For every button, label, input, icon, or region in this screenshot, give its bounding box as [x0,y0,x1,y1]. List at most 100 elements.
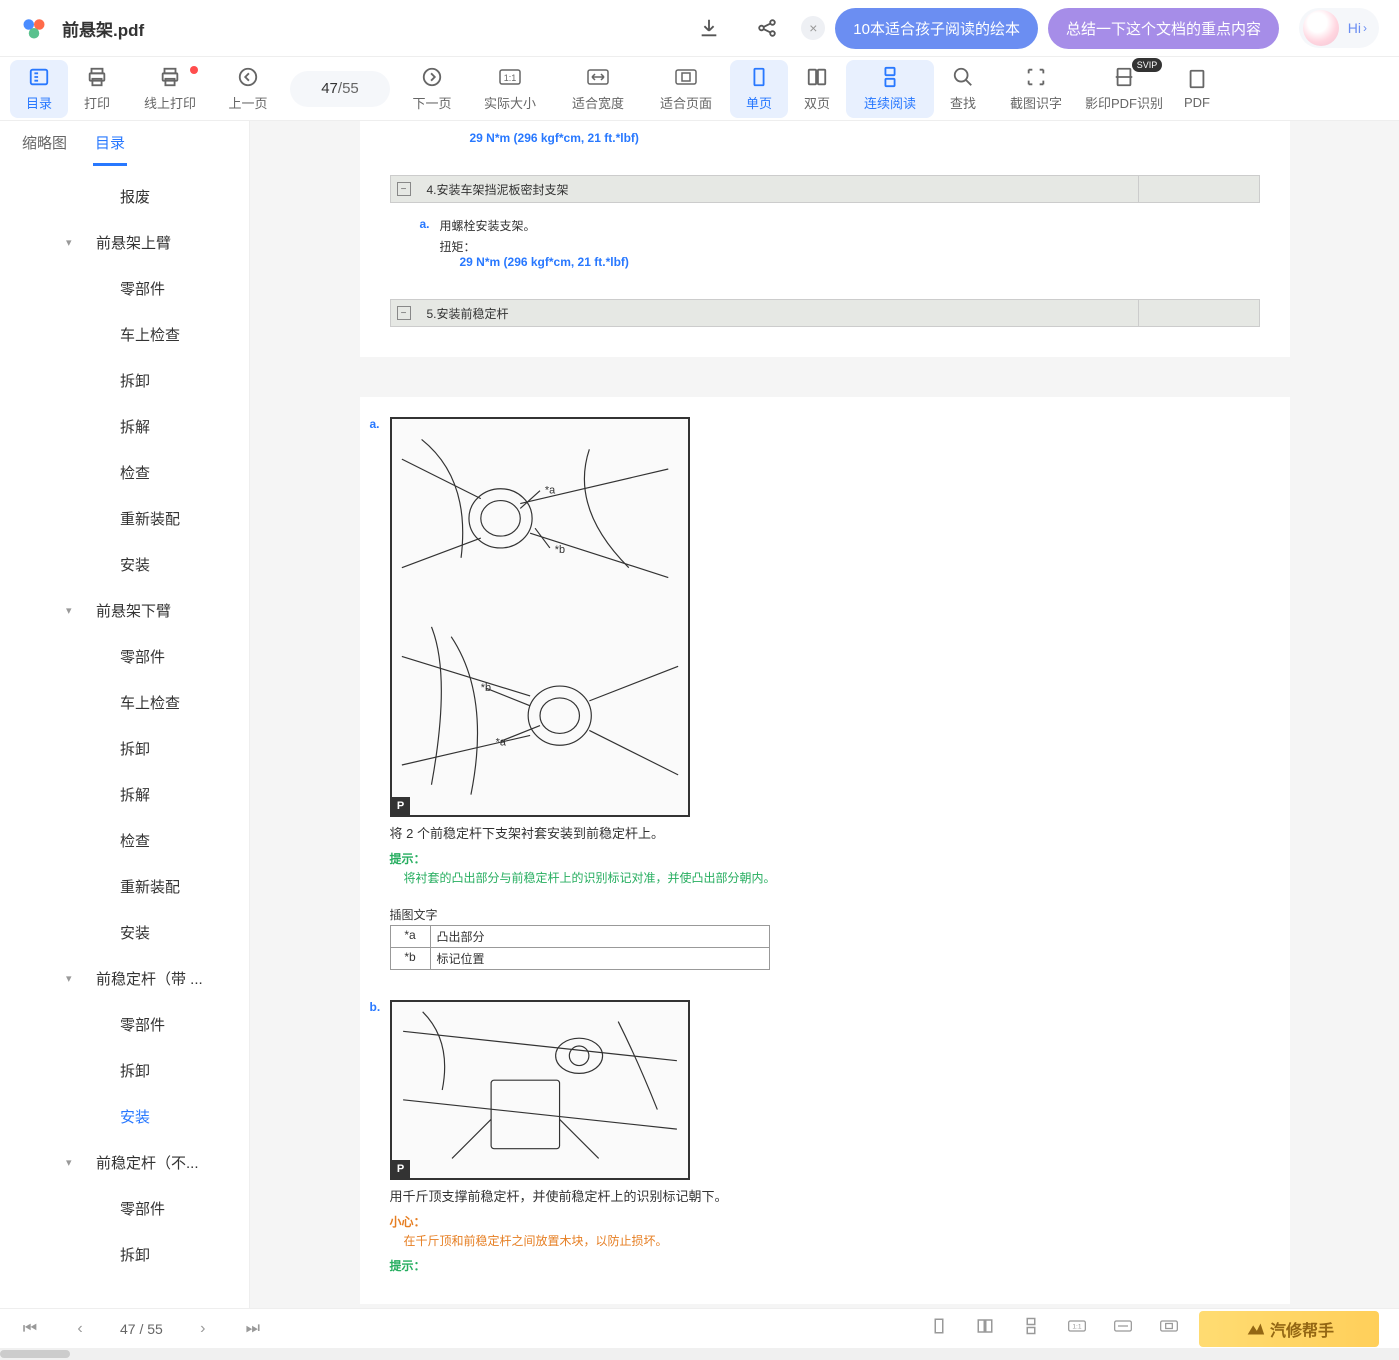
app-logo [20,14,48,42]
outline-item[interactable]: 安装 [0,1093,249,1139]
pdf-page: a. *a*b*b*a P 将 2 个前稳定杆下支架衬套安装到前稳定杆上。 提示… [360,397,1290,1304]
svip-badge: SVIP [1132,58,1162,72]
footer: ⏮ ‹ 47 / 55 › ⏭ 1:1 汽修帮手 [0,1308,1399,1348]
double-page-icon [805,65,829,89]
toolbar-continuous[interactable]: 连续阅读 [846,60,934,118]
fit-page-icon [674,65,698,89]
zoom-11-icon[interactable]: 1:1 [1067,1319,1087,1338]
svg-text:*b: *b [554,544,564,556]
toolbar-actual-size[interactable]: 1:1 实际大小 [466,60,554,118]
toolbar-fit-width[interactable]: 适合宽度 [554,60,642,118]
view-single-icon[interactable] [929,1317,949,1340]
toolbar-toc[interactable]: 目录 [10,60,68,118]
outline-item[interactable]: 安装 [0,909,249,955]
illustration: *a*b*b*a P [390,417,690,817]
suggestion-chip-1[interactable]: 10本适合孩子阅读的绘本 [835,8,1038,49]
tab-thumbnails[interactable]: 缩略图 [20,122,69,166]
tab-outline[interactable]: 目录 [93,122,127,166]
watermark-badge: 汽修帮手 [1199,1311,1379,1347]
outline-item[interactable]: 拆卸 [0,725,249,771]
pdf-page: 29 N*m (296 kgf*cm, 21 ft.*lbf) − 4.安装车架… [360,121,1290,357]
close-suggestions-button[interactable]: × [801,16,825,40]
outline-item[interactable]: 拆解 [0,771,249,817]
toolbar-next-page[interactable]: 下一页 [398,60,466,118]
fit-width-icon[interactable] [1113,1319,1133,1338]
toolbar-ocr[interactable]: 截图识字 [992,60,1080,118]
outline-item[interactable]: 拆卸 [0,357,249,403]
svg-text:1:1: 1:1 [1072,1324,1082,1331]
outline-item[interactable]: 安装 [0,541,249,587]
outline-item[interactable]: 报废 [0,173,249,219]
first-page-icon[interactable]: ⏮ [20,1320,40,1338]
download-icon[interactable] [695,14,723,42]
outline-item[interactable]: 重新装配 [0,863,249,909]
step-5-header[interactable]: − 5.安装前稳定杆 [390,299,1260,327]
outline-item[interactable]: 零部件 [0,1185,249,1231]
toolbar-pdf[interactable]: PDF [1168,60,1226,118]
outline-item[interactable]: 检查 [0,449,249,495]
prev-page-icon[interactable]: ‹ [70,1320,90,1338]
chevron-down-icon: ▾ [66,236,72,249]
suggestion-chip-2[interactable]: 总结一下这个文档的重点内容 [1048,8,1279,49]
outline-item[interactable]: 零部件 [0,633,249,679]
page-indicator[interactable]: 47 / 55 [290,71,390,107]
document-title: 前悬架.pdf [62,16,144,41]
pdf-icon [1185,67,1209,91]
view-continuous-icon[interactable] [1021,1317,1041,1340]
outline-item-label: 前稳定杆（带 ... [96,968,203,989]
outline-item[interactable]: 车上检查 [0,679,249,725]
outline-item-label: 拆卸 [120,738,150,759]
toolbar-scan-pdf[interactable]: SVIP 影印PDF识别 [1080,60,1168,118]
outline-item[interactable]: 拆解 [0,403,249,449]
outline-item[interactable]: 重新装配 [0,495,249,541]
p-marker: P [392,1160,410,1178]
outline-item[interactable]: 零部件 [0,265,249,311]
toolbar-prev-page[interactable]: 上一页 [214,60,282,118]
svg-text:*a: *a [544,485,555,497]
caption-table: *a凸出部分 *b标记位置 [390,925,770,970]
outline-item[interactable]: 拆卸 [0,1231,249,1277]
toolbar-fit-page[interactable]: 适合页面 [642,60,730,118]
chevron-right-icon: › [1363,21,1367,35]
outline-item-label: 前稳定杆（不... [96,1152,199,1173]
outline-item[interactable]: 拆卸 [0,1047,249,1093]
view-double-icon[interactable] [975,1317,995,1340]
outline-item[interactable]: 零部件 [0,1001,249,1047]
header: 前悬架.pdf × 10本适合孩子阅读的绘本 总结一下这个文档的重点内容 Hi› [0,0,1399,57]
outline-item-label: 拆卸 [120,1244,150,1265]
footer-page-indicator: 47 / 55 [120,1321,163,1337]
outline-item[interactable]: 检查 [0,817,249,863]
next-page-icon[interactable]: › [193,1320,213,1338]
collapse-icon[interactable]: − [397,306,411,320]
outline-item-label: 拆解 [120,416,150,437]
outline-item[interactable]: ▾前稳定杆（带 ... [0,955,249,1001]
horizontal-scrollbar[interactable] [0,1348,1399,1360]
assistant-bubble[interactable]: Hi› [1299,8,1379,48]
toolbar-online-print[interactable]: 线上打印 [126,60,214,118]
outline-item-label: 重新装配 [120,508,180,529]
last-page-icon[interactable]: ⏭ [243,1320,263,1338]
outline-item[interactable]: 车上检查 [0,311,249,357]
toolbar-single-page[interactable]: 单页 [730,60,788,118]
assistant-avatar-icon [1303,10,1339,46]
outline-item-label: 安装 [120,554,150,575]
outline-item[interactable]: ▾前悬架下臂 [0,587,249,633]
step-4-header[interactable]: − 4.安装车架挡泥板密封支架 [390,175,1260,203]
outline-item[interactable]: ▾前悬架上臂 [0,219,249,265]
svg-text:*a: *a [495,736,506,748]
outline-item-label: 车上检查 [120,324,180,345]
pdf-viewer[interactable]: 29 N*m (296 kgf*cm, 21 ft.*lbf) − 4.安装车架… [250,121,1399,1308]
torque-spec: 29 N*m (296 kgf*cm, 21 ft.*lbf) [470,131,1260,145]
collapse-icon[interactable]: − [397,182,411,196]
outline-list[interactable]: 报废▾前悬架上臂零部件车上检查拆卸拆解检查重新装配安装▾前悬架下臂零部件车上检查… [0,167,249,1308]
toolbar-find[interactable]: 查找 [934,60,992,118]
fit-page-icon[interactable] [1159,1319,1179,1338]
ratio-icon: 1:1 [498,65,522,89]
share-icon[interactable] [753,14,781,42]
print-icon [85,65,109,89]
toolbar-double-page[interactable]: 双页 [788,60,846,118]
outline-item[interactable]: ▾前稳定杆（不... [0,1139,249,1185]
outline-item-label: 检查 [120,462,150,483]
illustration: P [390,1000,690,1180]
toolbar-print[interactable]: 打印 [68,60,126,118]
